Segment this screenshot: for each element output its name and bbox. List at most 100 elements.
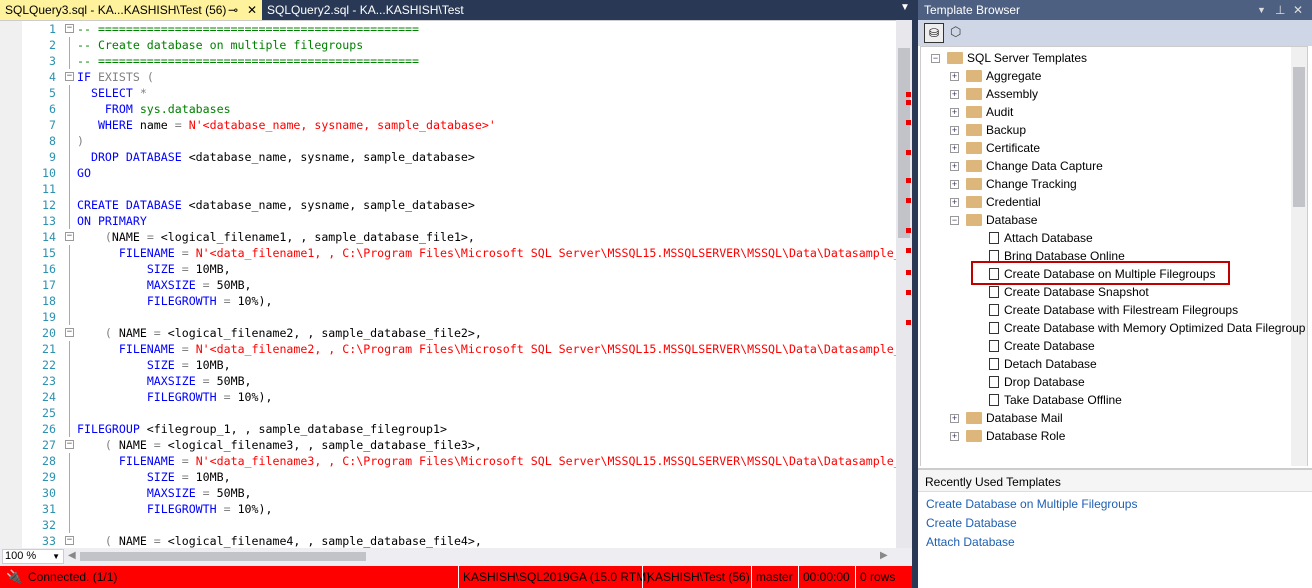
code-line[interactable]: 3 -- ====================================… [30, 53, 896, 69]
tree-item[interactable]: + Audit [921, 103, 1291, 121]
code-line[interactable]: 15 FILENAME = N'<data_filename1, , C:\Pr… [30, 245, 896, 261]
tree-item[interactable]: Attach Database [921, 229, 1291, 247]
close-icon[interactable]: ✕ [247, 0, 257, 20]
code-line[interactable]: 31 FILEGROWTH = 10%), [30, 501, 896, 517]
code-line[interactable]: 18 FILEGROWTH = 10%), [30, 293, 896, 309]
close-icon[interactable]: ✕ [1293, 0, 1303, 20]
tree-item[interactable]: Drop Database [921, 373, 1291, 391]
code-line[interactable]: 16 SIZE = 10MB, [30, 261, 896, 277]
collapse-icon[interactable]: − [65, 328, 74, 337]
collapse-icon[interactable]: − [65, 440, 74, 449]
code-line[interactable]: 4− IF EXISTS ( [30, 69, 896, 85]
expand-icon[interactable]: + [950, 144, 959, 153]
collapse-icon[interactable]: − [65, 24, 74, 33]
query-editor[interactable]: 1− -- ===================================… [0, 20, 912, 549]
code-line[interactable]: 27− ( NAME = <logical_filename3, , sampl… [30, 437, 896, 453]
tree-item[interactable]: + Database Role [921, 427, 1291, 445]
tree-item[interactable]: + Change Tracking [921, 175, 1291, 193]
expand-icon[interactable]: + [950, 162, 959, 171]
pin-icon[interactable]: ⊸ [228, 0, 238, 20]
code-line[interactable]: 5 SELECT * [30, 85, 896, 101]
recent-template-link[interactable]: Create Database [918, 514, 1312, 533]
dropdown-icon[interactable]: ▼ [1257, 0, 1266, 20]
scroll-left-icon[interactable]: ◀ [68, 550, 76, 561]
collapse-icon[interactable]: − [65, 72, 74, 81]
expand-icon[interactable]: + [950, 72, 959, 81]
tree-item[interactable]: + Backup [921, 121, 1291, 139]
line-number: 7 [49, 118, 56, 132]
analysis-services-templates-icon[interactable]: ⬡ [950, 24, 961, 40]
tab-dropdown-icon[interactable]: ▼ [900, 2, 910, 13]
tree-item[interactable]: Take Database Offline [921, 391, 1291, 409]
expand-icon[interactable]: + [950, 432, 959, 441]
tree-item[interactable]: Create Database [921, 337, 1291, 355]
code-line[interactable]: 11 [30, 181, 896, 197]
scroll-thumb[interactable] [1293, 67, 1305, 207]
expand-icon[interactable]: + [950, 414, 959, 423]
code-line[interactable]: 25 [30, 405, 896, 421]
horizontal-scroll-thumb[interactable] [80, 552, 366, 561]
zoom-select[interactable]: 100 % ▼ [2, 549, 64, 564]
code-line[interactable]: 19 [30, 309, 896, 325]
code-line[interactable]: 14− (NAME = <logical_filename1, , sample… [30, 229, 896, 245]
tree-item[interactable]: − SQL Server Templates [921, 49, 1291, 67]
tab-sqlquery3[interactable]: SQLQuery3.sql - KA...KASHISH\Test (56) ⊸ ✕ [0, 0, 262, 20]
scroll-thumb[interactable] [898, 48, 910, 238]
tree-item-label: Create Database Snapshot [1004, 285, 1149, 299]
vertical-scrollbar[interactable] [896, 20, 912, 548]
code-line[interactable]: 6 FROM sys.databases [30, 101, 896, 117]
scroll-right-icon[interactable]: ▶ [880, 550, 888, 561]
tree-item[interactable]: + Database Mail [921, 409, 1291, 427]
code-line[interactable]: 26 FILEGROUP <filegroup_1, , sample_datab… [30, 421, 896, 437]
tree-item[interactable]: + Assembly [921, 85, 1291, 103]
code-line[interactable]: 8) [30, 133, 896, 149]
code-line[interactable]: 24 FILEGROWTH = 10%), [30, 389, 896, 405]
pin-icon[interactable]: ⊥ [1275, 0, 1285, 20]
tree-item[interactable]: + Aggregate [921, 67, 1291, 85]
code-line[interactable]: 12 CREATE DATABASE <database_name, sysnam… [30, 197, 896, 213]
code-line[interactable]: 21 FILENAME = N'<data_filename2, , C:\Pr… [30, 341, 896, 357]
template-tree[interactable]: − SQL Server Templates + Aggregate + Assembly… [920, 46, 1308, 466]
code-line[interactable]: 7 WHERE name = N'<database_name, sysname… [30, 117, 896, 133]
code-line[interactable]: 29 SIZE = 10MB, [30, 469, 896, 485]
expand-icon[interactable]: + [950, 90, 959, 99]
collapse-icon[interactable]: − [65, 536, 74, 545]
sql-server-templates-icon[interactable]: ⛁ [924, 23, 944, 43]
collapse-icon[interactable]: − [65, 232, 74, 241]
tree-scrollbar[interactable] [1291, 47, 1307, 466]
code-line[interactable]: 10 GO [30, 165, 896, 181]
tree-item[interactable]: − Database [921, 211, 1291, 229]
code-line[interactable]: 22 SIZE = 10MB, [30, 357, 896, 373]
tree-item[interactable]: + Change Data Capture [921, 157, 1291, 175]
code-line[interactable]: 20− ( NAME = <logical_filename2, , sampl… [30, 325, 896, 341]
code-line[interactable]: 13 ON PRIMARY [30, 213, 896, 229]
code-line[interactable]: 9 DROP DATABASE <database_name, sysname,… [30, 149, 896, 165]
tab-sqlquery2[interactable]: SQLQuery2.sql - KA...KASHISH\Test (51)) [262, 0, 482, 37]
tree-item-label: Take Database Offline [1004, 393, 1122, 407]
code-line[interactable]: 30 MAXSIZE = 50MB, [30, 485, 896, 501]
code-line[interactable]: 17 MAXSIZE = 50MB, [30, 277, 896, 293]
tree-item[interactable]: + Certificate [921, 139, 1291, 157]
tree-item[interactable]: + Credential [921, 193, 1291, 211]
recent-template-link[interactable]: Attach Database [918, 533, 1312, 552]
code-line[interactable]: 1− -- ===================================… [30, 21, 896, 37]
code-line[interactable]: 32 [30, 517, 896, 533]
tree-item[interactable]: Create Database with Filestream Filegrou… [921, 301, 1291, 319]
code-line[interactable]: 28 FILENAME = N'<data_filename3, , C:\Pr… [30, 453, 896, 469]
expand-icon[interactable]: + [950, 126, 959, 135]
fold-guide [69, 469, 70, 485]
expand-icon[interactable]: + [950, 108, 959, 117]
expand-icon[interactable]: + [950, 180, 959, 189]
code-text: GO [77, 165, 91, 181]
tree-item[interactable]: Create Database Snapshot [921, 283, 1291, 301]
expand-icon[interactable]: + [950, 198, 959, 207]
recent-template-link[interactable]: Create Database on Multiple Filegroups [918, 495, 1312, 514]
code-line[interactable]: 23 MAXSIZE = 50MB, [30, 373, 896, 389]
tree-item[interactable]: Detach Database [921, 355, 1291, 373]
tree-item[interactable]: Create Database with Memory Optimized Da… [921, 319, 1305, 337]
code-line[interactable]: 33− ( NAME = <logical_filename4, , sampl… [30, 533, 896, 549]
code-line[interactable]: 2 -- Create database on multiple filegrou… [30, 37, 896, 53]
collapse-icon[interactable]: − [931, 54, 940, 63]
collapse-icon[interactable]: − [950, 216, 959, 225]
code-area[interactable]: 1− -- ===================================… [30, 21, 896, 549]
